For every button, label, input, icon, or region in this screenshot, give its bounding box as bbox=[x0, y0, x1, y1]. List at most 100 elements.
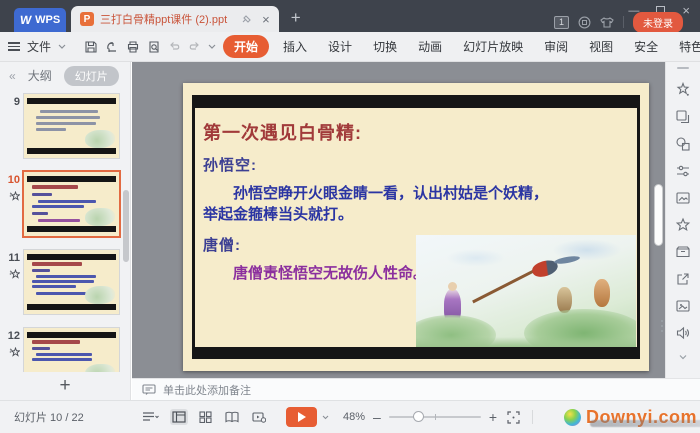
zoom-slider[interactable] bbox=[388, 411, 481, 422]
export-pdf-icon[interactable] bbox=[105, 40, 119, 54]
print-preview-icon[interactable] bbox=[147, 40, 161, 54]
notes-placeholder[interactable]: 单击此处添加备注 bbox=[163, 382, 251, 398]
image-panel-icon[interactable] bbox=[675, 190, 691, 206]
animation-star-icon bbox=[9, 347, 20, 357]
slide-thumbnail-12[interactable]: 12 bbox=[0, 323, 130, 372]
slide-number: 9 bbox=[13, 96, 20, 108]
shapes-icon[interactable] bbox=[675, 136, 691, 152]
toolbar-more-chevron-icon[interactable] bbox=[208, 44, 216, 49]
zoom-level[interactable]: 48% bbox=[343, 411, 365, 423]
picture-tools-icon[interactable] bbox=[675, 298, 691, 314]
thumbnail-list: 9 10 11 12 bbox=[0, 89, 130, 372]
presenter-view-button[interactable] bbox=[250, 409, 268, 425]
canvas-scrollbar[interactable] bbox=[654, 184, 663, 246]
watermark-subtext bbox=[589, 420, 700, 427]
login-button[interactable]: 未登录 bbox=[633, 11, 683, 33]
sync-chevron-icon[interactable] bbox=[678, 352, 688, 362]
titlebar: W WPS P 三打白骨精ppt课件 (2).ppt × + — × 1 未登录 bbox=[0, 0, 700, 33]
play-options-chevron-icon[interactable] bbox=[322, 415, 329, 420]
wps-home-tab[interactable]: W WPS bbox=[14, 8, 66, 32]
titlebar-divider bbox=[623, 16, 624, 28]
skin-icon[interactable] bbox=[600, 16, 614, 29]
docer-icon[interactable] bbox=[578, 16, 591, 29]
ribbon-tab-transition[interactable]: 切换 bbox=[366, 35, 404, 58]
ribbon-tab-review[interactable]: 审阅 bbox=[537, 35, 575, 58]
watermark-ball-icon bbox=[563, 409, 581, 426]
file-menu[interactable]: 文件 bbox=[27, 38, 51, 55]
slide-thumbnail-10-selected[interactable]: 10 bbox=[0, 167, 130, 245]
normal-view-button[interactable] bbox=[170, 409, 188, 425]
window-close-button[interactable]: × bbox=[682, 3, 690, 18]
animation-star-icon bbox=[9, 191, 20, 201]
ribbon-tab-security[interactable]: 安全 bbox=[627, 35, 665, 58]
sidebar-scrollbar[interactable] bbox=[123, 190, 129, 262]
ribbon-tab-animation[interactable]: 动画 bbox=[411, 35, 449, 58]
reading-view-button[interactable] bbox=[223, 409, 241, 425]
slide-thumbnail-11[interactable]: 11 bbox=[0, 245, 130, 323]
slides-tab[interactable]: 幻灯片 bbox=[63, 65, 119, 86]
slide-body-wukong[interactable]: 孙悟空睁开火眼金睛一看，认出村姑是个妖精，举起金箍棒当头就打。 bbox=[203, 183, 555, 225]
menu-icon[interactable] bbox=[8, 42, 20, 51]
add-slide-button[interactable]: + bbox=[0, 372, 130, 400]
animation-star-icon bbox=[9, 269, 20, 279]
window-count-badge[interactable]: 1 bbox=[554, 15, 569, 29]
ribbon-tab-features[interactable]: 特色应 bbox=[672, 35, 700, 58]
undo-icon[interactable] bbox=[168, 41, 181, 53]
thumbnail-preview[interactable] bbox=[24, 250, 119, 314]
notes-comment-icon bbox=[142, 383, 156, 395]
outline-tab[interactable]: 大纲 bbox=[28, 67, 52, 84]
ribbon-tab-insert[interactable]: 插入 bbox=[276, 35, 314, 58]
ppt-file-icon: P bbox=[80, 12, 94, 26]
file-menu-chevron-icon[interactable] bbox=[58, 44, 66, 49]
ribbon-tab-view[interactable]: 视图 bbox=[582, 35, 620, 58]
slide-thumbnail-9[interactable]: 9 bbox=[0, 89, 130, 167]
slide-canvas: 第一次遇见白骨精: 孙悟空: 孙悟空睁开火眼金睛一看，认出村姑是个妖精，举起金箍… bbox=[132, 62, 665, 378]
favorites-star-icon[interactable] bbox=[675, 217, 691, 233]
play-icon bbox=[297, 412, 306, 422]
thumbnail-preview[interactable] bbox=[24, 328, 119, 372]
slide-bottom-band bbox=[195, 347, 637, 359]
ribbon-tab-design[interactable]: 设计 bbox=[321, 35, 359, 58]
panel-drag-dots[interactable] bbox=[661, 320, 663, 332]
slide-heading-wukong[interactable]: 孙悟空: bbox=[203, 154, 627, 175]
document-tab[interactable]: P 三打白骨精ppt课件 (2).ppt × bbox=[71, 6, 279, 32]
slide-number: 11 bbox=[8, 252, 20, 264]
slide-sorter-view-button[interactable] bbox=[197, 409, 214, 425]
current-slide[interactable]: 第一次遇见白骨精: 孙悟空: 孙悟空睁开火眼金睛一看，认出村姑是个妖精，举起金箍… bbox=[183, 83, 649, 371]
smart-beautify-icon[interactable] bbox=[675, 82, 691, 98]
audio-speaker-icon[interactable] bbox=[675, 325, 691, 341]
zoom-slider-tick bbox=[434, 414, 436, 420]
slide-title[interactable]: 第一次遇见白骨精: bbox=[203, 119, 627, 145]
play-slideshow-button[interactable] bbox=[286, 407, 317, 427]
print-icon[interactable] bbox=[126, 40, 140, 54]
titlebar-right-cluster: 1 未登录 bbox=[554, 11, 683, 33]
slide-illustration bbox=[416, 235, 636, 347]
wps-logo-icon: W bbox=[18, 13, 33, 27]
zoom-in-button[interactable]: + bbox=[489, 409, 497, 425]
notes-bar[interactable]: 单击此处添加备注 bbox=[132, 378, 700, 400]
collapse-panel-icon[interactable]: « bbox=[9, 69, 16, 83]
pin-icon[interactable] bbox=[241, 14, 252, 25]
tab-close-icon[interactable]: × bbox=[262, 12, 270, 27]
wps-label: WPS bbox=[35, 14, 61, 26]
zoom-out-button[interactable]: – bbox=[373, 409, 381, 425]
downyi-watermark: Downyi.com bbox=[563, 407, 700, 428]
save-icon[interactable] bbox=[84, 40, 98, 54]
share-icon[interactable] bbox=[675, 271, 691, 287]
thumbnail-preview[interactable] bbox=[24, 172, 119, 236]
document-tab-title: 三打白骨精ppt课件 (2).ppt bbox=[100, 14, 228, 26]
panel-handle[interactable] bbox=[677, 67, 689, 69]
resource-box-icon[interactable] bbox=[675, 244, 691, 260]
fit-to-window-icon[interactable] bbox=[507, 410, 520, 424]
right-toolbar bbox=[661, 62, 700, 400]
notes-toggle-icon[interactable] bbox=[140, 409, 161, 425]
layout-icon[interactable] bbox=[675, 109, 691, 125]
new-tab-button[interactable]: + bbox=[291, 8, 301, 28]
settings-sliders-icon[interactable] bbox=[675, 163, 691, 179]
ribbon-tab-slideshow[interactable]: 幻灯片放映 bbox=[456, 35, 530, 58]
slide-counter: 幻灯片 10 / 22 bbox=[14, 412, 84, 424]
thumbnail-preview[interactable] bbox=[24, 94, 119, 158]
zoom-slider-knob[interactable] bbox=[412, 411, 424, 422]
ribbon-tab-home[interactable]: 开始 bbox=[223, 35, 270, 58]
redo-icon[interactable] bbox=[188, 41, 201, 53]
